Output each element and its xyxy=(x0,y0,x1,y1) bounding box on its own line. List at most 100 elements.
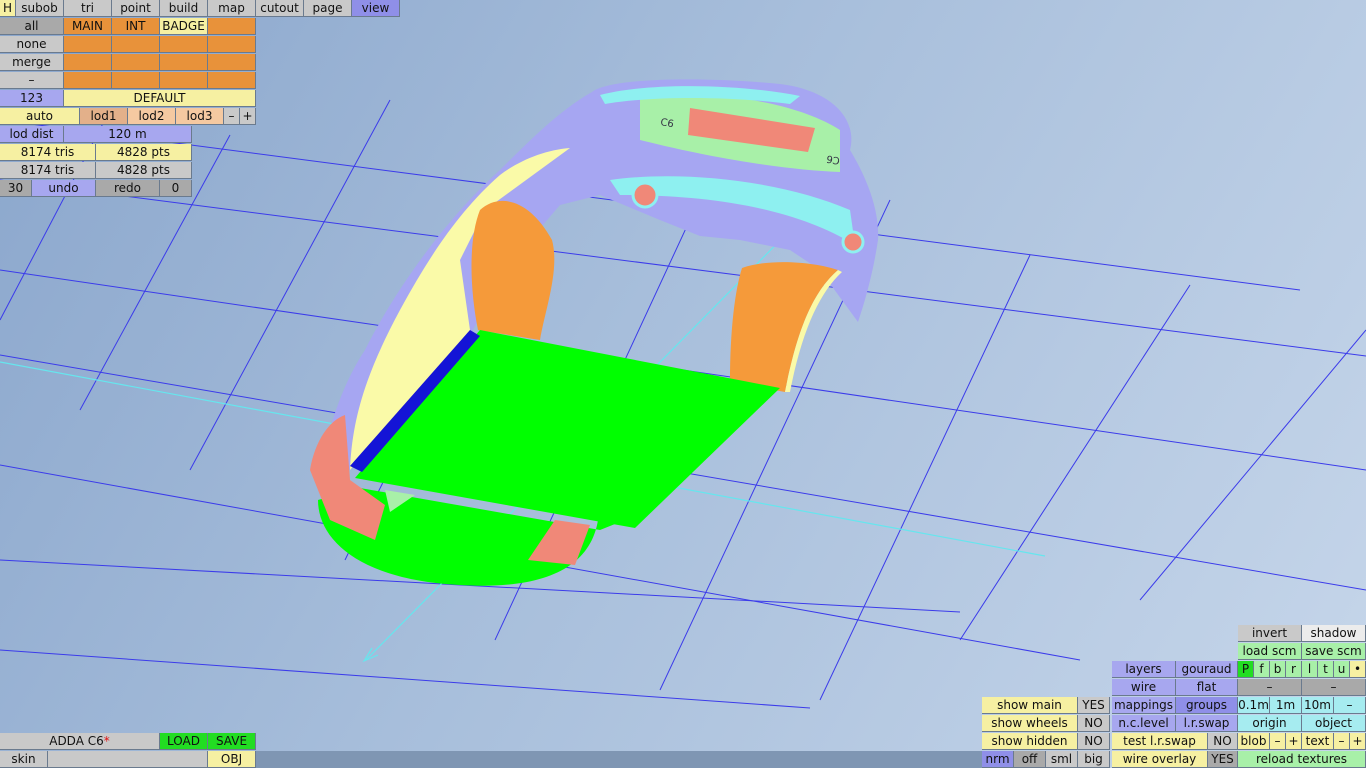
layer-slot-r3c4[interactable] xyxy=(208,54,256,71)
text-minus-button[interactable]: – xyxy=(1334,733,1350,750)
default-layer-button[interactable]: DEFAULT xyxy=(64,90,256,107)
text-plus-button[interactable]: + xyxy=(1350,733,1366,750)
badge-text-right: C6 xyxy=(826,152,841,165)
test-lr-swap-toggle[interactable]: NO xyxy=(1208,733,1238,750)
gouraud-button[interactable]: gouraud xyxy=(1176,661,1238,678)
grid-10m-button[interactable]: 10m xyxy=(1302,697,1334,714)
select-none-button[interactable]: none xyxy=(0,36,64,53)
menu-point[interactable]: point xyxy=(112,0,160,17)
reload-textures-button[interactable]: reload textures xyxy=(1238,751,1366,768)
load-scm-button[interactable]: load scm xyxy=(1238,643,1302,660)
lod-plus-button[interactable]: + xyxy=(240,108,256,125)
select-all-button[interactable]: all xyxy=(0,18,64,35)
view-back[interactable]: b xyxy=(1270,661,1286,678)
menu-view[interactable]: view xyxy=(352,0,400,17)
layer-badge[interactable]: BADGE xyxy=(160,18,208,35)
groups-button[interactable]: groups xyxy=(1176,697,1238,714)
layer-slot-r3c1[interactable] xyxy=(64,54,112,71)
dash-button-2[interactable]: – xyxy=(1302,679,1366,696)
menu-subob[interactable]: subob xyxy=(16,0,64,17)
blob-plus-button[interactable]: + xyxy=(1286,733,1302,750)
lod-minus-button[interactable]: – xyxy=(224,108,240,125)
grid-minus-button[interactable]: – xyxy=(1334,697,1366,714)
layer-slot-r4c4[interactable] xyxy=(208,72,256,89)
show-main-toggle[interactable]: YES xyxy=(1078,697,1110,714)
skin-field[interactable] xyxy=(48,751,208,768)
view-dot-icon[interactable]: • xyxy=(1350,661,1366,678)
menu-build[interactable]: build xyxy=(160,0,208,17)
view-right[interactable]: r xyxy=(1286,661,1302,678)
wheel-arch-right xyxy=(730,262,838,392)
minus-button[interactable]: – xyxy=(0,72,64,89)
lod-dist-value[interactable]: 120 m xyxy=(64,126,192,143)
grid-01m-button[interactable]: 0.1m xyxy=(1238,697,1270,714)
menu-tri[interactable]: tri xyxy=(64,0,112,17)
model-name-field[interactable]: ADDA C6* xyxy=(0,733,160,750)
number-button[interactable]: 123 xyxy=(0,90,64,107)
menu-cutout[interactable]: cutout xyxy=(256,0,304,17)
show-hidden-label[interactable]: show hidden xyxy=(982,733,1078,750)
modified-indicator: * xyxy=(103,734,110,748)
wire-overlay-label[interactable]: wire overlay xyxy=(1112,751,1208,768)
layer-slot-r2c1[interactable] xyxy=(64,36,112,53)
redo-button[interactable]: redo xyxy=(96,180,160,197)
layer-slot-r2c2[interactable] xyxy=(112,36,160,53)
menu-map[interactable]: map xyxy=(208,0,256,17)
shadow-button[interactable]: shadow xyxy=(1302,625,1366,642)
layer-slot-r4c1[interactable] xyxy=(64,72,112,89)
menu-page[interactable]: page xyxy=(304,0,352,17)
layer-slot-r4c3[interactable] xyxy=(160,72,208,89)
off-button[interactable]: off xyxy=(1014,751,1046,768)
dash-button-1[interactable]: – xyxy=(1238,679,1302,696)
status-bar xyxy=(256,751,982,768)
layer-main[interactable]: MAIN xyxy=(64,18,112,35)
show-wheels-label[interactable]: show wheels xyxy=(982,715,1078,732)
load-button[interactable]: LOAD xyxy=(160,733,208,750)
lod-auto-button[interactable]: auto xyxy=(0,108,80,125)
mappings-button[interactable]: mappings xyxy=(1112,697,1176,714)
show-wheels-toggle[interactable]: NO xyxy=(1078,715,1110,732)
undo-button[interactable]: undo xyxy=(32,180,96,197)
save-scm-button[interactable]: save scm xyxy=(1302,643,1366,660)
layer-slot-r2c4[interactable] xyxy=(208,36,256,53)
blob-minus-button[interactable]: – xyxy=(1270,733,1286,750)
wire-button[interactable]: wire xyxy=(1112,679,1176,696)
obj-button[interactable]: OBJ xyxy=(208,751,256,768)
view-perspective[interactable]: P xyxy=(1238,661,1254,678)
model-name: ADDA C6 xyxy=(49,734,104,748)
merge-button[interactable]: merge xyxy=(0,54,64,71)
test-lr-swap-label[interactable]: test l.r.swap xyxy=(1112,733,1208,750)
lod2-button[interactable]: lod2 xyxy=(128,108,176,125)
view-under[interactable]: u xyxy=(1334,661,1350,678)
grid-1m-button[interactable]: 1m xyxy=(1270,697,1302,714)
menu-h-button[interactable]: H xyxy=(0,0,16,17)
layers-button[interactable]: layers xyxy=(1112,661,1176,678)
object-button[interactable]: object xyxy=(1302,715,1366,732)
origin-button[interactable]: origin xyxy=(1238,715,1302,732)
nc-level-button[interactable]: n.c.level xyxy=(1112,715,1176,732)
layer-slot-r2c3[interactable] xyxy=(160,36,208,53)
layer-slot-r3c2[interactable] xyxy=(112,54,160,71)
lr-swap-button[interactable]: l.r.swap xyxy=(1176,715,1238,732)
lod3-button[interactable]: lod3 xyxy=(176,108,224,125)
lod1-button[interactable]: lod1 xyxy=(80,108,128,125)
layer-slot-r4c2[interactable] xyxy=(112,72,160,89)
big-button[interactable]: big xyxy=(1078,751,1110,768)
sml-button[interactable]: sml xyxy=(1046,751,1078,768)
blob-button[interactable]: blob xyxy=(1238,733,1270,750)
show-main-label[interactable]: show main xyxy=(982,697,1078,714)
layer-slot-4[interactable] xyxy=(208,18,256,35)
skin-button[interactable]: skin xyxy=(0,751,48,768)
view-top[interactable]: t xyxy=(1318,661,1334,678)
wire-overlay-toggle[interactable]: YES xyxy=(1208,751,1238,768)
invert-button[interactable]: invert xyxy=(1238,625,1302,642)
nrm-button[interactable]: nrm xyxy=(982,751,1014,768)
save-button[interactable]: SAVE xyxy=(208,733,256,750)
layer-slot-r3c3[interactable] xyxy=(160,54,208,71)
text-button[interactable]: text xyxy=(1302,733,1334,750)
layer-int[interactable]: INT xyxy=(112,18,160,35)
flat-button[interactable]: flat xyxy=(1176,679,1238,696)
view-left[interactable]: l xyxy=(1302,661,1318,678)
show-hidden-toggle[interactable]: NO xyxy=(1078,733,1110,750)
view-front[interactable]: f xyxy=(1254,661,1270,678)
